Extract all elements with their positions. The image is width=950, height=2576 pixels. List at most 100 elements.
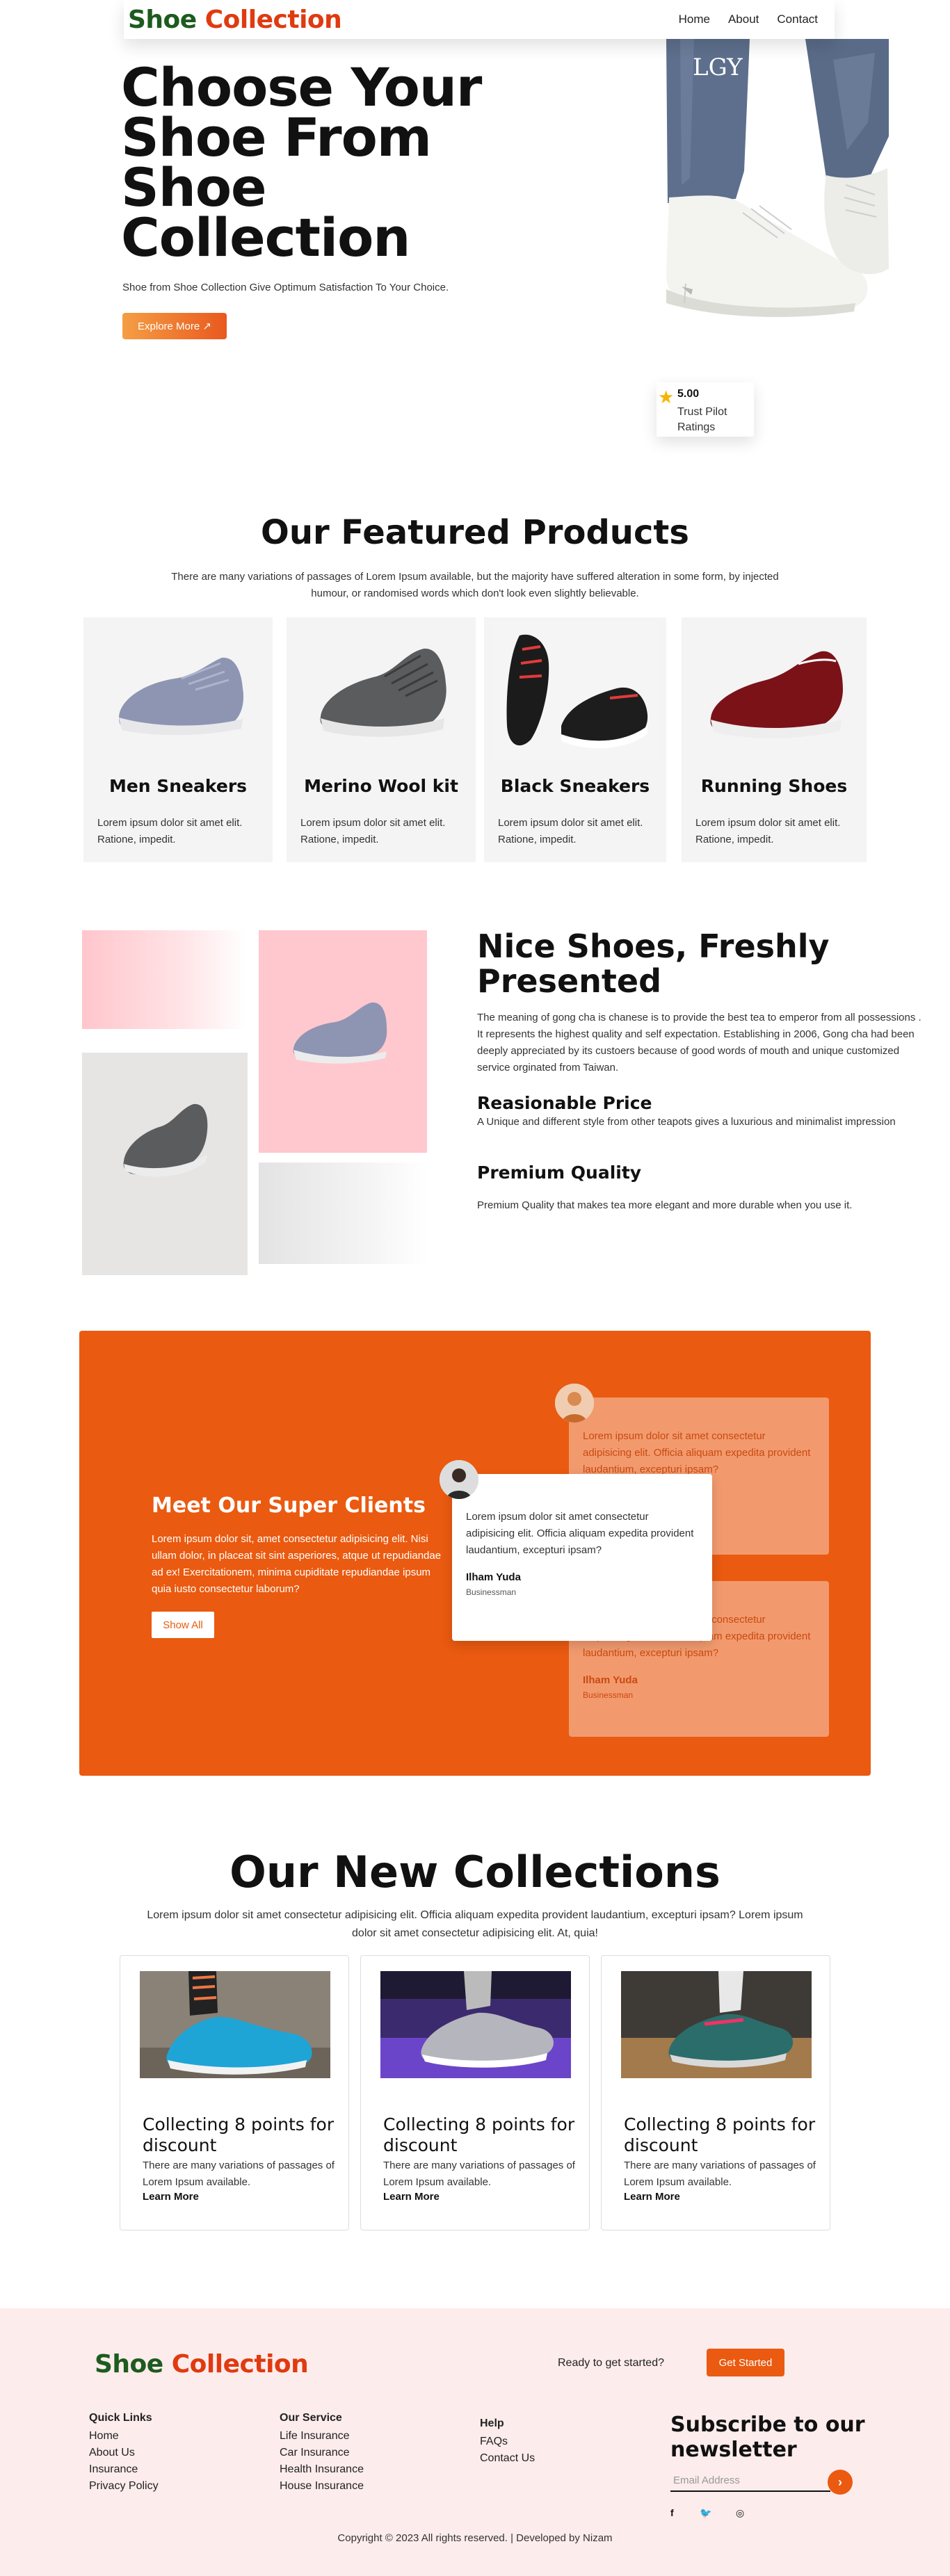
footer-logo[interactable]: Shoe Collection — [95, 2350, 309, 2379]
hero-title: Choose Your Shoe From Shoe Collection — [121, 56, 482, 268]
testimonial-role: Businessman — [583, 1690, 634, 1700]
footer-link-contact-us[interactable]: Contact Us — [480, 2450, 535, 2467]
feature-desc-price: A Unique and different style from other … — [477, 1116, 896, 1128]
collection-card[interactable]: Collecting 8 points for discount There a… — [120, 1955, 349, 2230]
footer-link-privacy[interactable]: Privacy Policy — [89, 2478, 159, 2495]
footer-link-insurance[interactable]: Insurance — [89, 2461, 159, 2478]
feature-desc-quality: Premium Quality that makes tea more eleg… — [477, 1199, 853, 1211]
footer-heading: Quick Links — [89, 2412, 152, 2424]
newsletter-title: Subscribe to our newsletter — [670, 2413, 865, 2462]
product-description: Lorem ipsum dolor sit amet elit. Ratione… — [300, 817, 446, 845]
collection-description: There are many variations of passages of… — [624, 2160, 816, 2188]
gradient-tile — [259, 1163, 428, 1264]
collection-description: There are many variations of passages of… — [383, 2160, 575, 2188]
footer-link-home[interactable]: Home — [89, 2428, 159, 2445]
brand-word-2: Collection — [171, 2350, 309, 2379]
testimonial-name: Ilham Yuda — [583, 1674, 638, 1686]
get-started-button[interactable]: Get Started — [707, 2349, 784, 2376]
testimonial-quote: Lorem ipsum dolor sit amet consectetur a… — [466, 1511, 694, 1556]
collection-card[interactable]: Collecting 8 points for discount There a… — [601, 1955, 830, 2230]
email-input[interactable] — [670, 2470, 830, 2492]
footer-service: Our Service Life Insurance Car Insurance… — [280, 2410, 364, 2495]
nav-link-about[interactable]: About — [728, 13, 759, 26]
collection-title: Collecting 8 points for discount — [383, 2114, 575, 2155]
footer-link-car-insurance[interactable]: Car Insurance — [280, 2445, 364, 2461]
product-name: Running Shoes — [700, 776, 848, 796]
testimonial-name: Ilham Yuda — [466, 1571, 521, 1583]
nice-shoes-title: Nice Shoes, Freshly Presented — [477, 927, 830, 1000]
learn-more-link[interactable]: Learn More — [143, 2191, 199, 2203]
facebook-icon[interactable]: f — [670, 2507, 674, 2518]
avatar — [555, 1384, 594, 1423]
subscribe-arrow-button[interactable]: › — [828, 2470, 853, 2495]
top-navbar: Shoe Collection Home About Contact — [124, 0, 835, 39]
collection-image — [380, 1971, 571, 2078]
brand-word-1: Shoe — [128, 5, 197, 34]
collections-description: Lorem ipsum dolor sit amet consectetur a… — [147, 1909, 803, 1939]
clients-description: Lorem ipsum dolor sit, amet consectetur … — [152, 1533, 442, 1595]
product-description: Lorem ipsum dolor sit amet elit. Ratione… — [695, 817, 841, 845]
clients-title: Meet Our Super Clients — [152, 1493, 426, 1518]
testimonial-card: Lorem ipsum dolor sit amet consectetur a… — [452, 1474, 712, 1641]
product-name: Black Sneakers — [500, 776, 650, 796]
product-image — [83, 617, 273, 765]
nice-shoes-paragraph: The meaning of gong cha is chanese is to… — [477, 1012, 921, 1074]
explore-more-button[interactable]: Explore More ↗ — [122, 313, 227, 339]
arrow-right-icon: › — [838, 2474, 842, 2489]
footer-heading: Help — [480, 2417, 504, 2429]
collection-title: Collecting 8 points for discount — [624, 2114, 816, 2155]
star-icon: ★ — [658, 387, 675, 407]
brand-logo[interactable]: Shoe Collection — [128, 5, 342, 34]
product-card[interactable]: Merino Wool kit Lorem ipsum dolor sit am… — [287, 617, 476, 862]
instagram-icon[interactable]: ◎ — [736, 2507, 744, 2519]
ready-text: Ready to get started? — [558, 2357, 664, 2369]
footer-help: Help FAQs Contact Us — [480, 2415, 535, 2467]
brand-word-1: Shoe — [95, 2350, 163, 2379]
feature-title-price: Reasionable Price — [477, 1093, 652, 1113]
nav-link-contact[interactable]: Contact — [777, 13, 818, 26]
rating-card: ★ 5.00 Trust Pilot Ratings — [657, 382, 754, 437]
product-name: Men Sneakers — [108, 776, 248, 796]
brand-word-2: Collection — [204, 5, 342, 34]
testimonial-quote: Lorem ipsum dolor sit amet consectetur a… — [583, 1430, 811, 1475]
footer-quick-links: Quick Links Home About Us Insurance Priv… — [89, 2410, 159, 2495]
product-image — [682, 617, 867, 765]
collection-description: There are many variations of passages of… — [143, 2160, 335, 2188]
hero-subtitle: Shoe from Shoe Collection Give Optimum S… — [122, 282, 449, 293]
footer-link-health-insurance[interactable]: Health Insurance — [280, 2461, 364, 2478]
learn-more-link[interactable]: Learn More — [383, 2191, 440, 2203]
footer-link-house-insurance[interactable]: House Insurance — [280, 2478, 364, 2495]
product-card[interactable]: Men Sneakers Lorem ipsum dolor sit amet … — [83, 617, 273, 862]
avatar — [440, 1460, 478, 1499]
product-description: Lorem ipsum dolor sit amet elit. Ratione… — [97, 817, 243, 845]
rating-label: Trust Pilot Ratings — [677, 406, 727, 433]
sneaker-tile-pink — [259, 930, 427, 1153]
hero-shoe-image: LGY — [666, 39, 889, 371]
collection-image — [140, 1971, 330, 2078]
nav-links: Home About Contact — [679, 13, 818, 26]
footer-link-faqs[interactable]: FAQs — [480, 2433, 535, 2450]
product-card[interactable]: Black Sneakers Lorem ipsum dolor sit ame… — [484, 617, 666, 862]
collections-title: Our New Collections — [230, 1847, 720, 1897]
collection-title: Collecting 8 points for discount — [143, 2114, 335, 2155]
collection-image — [621, 1971, 812, 2078]
featured-description: There are many variations of passages of… — [171, 571, 779, 599]
copyright: Copyright © 2023 All rights reserved. | … — [337, 2532, 613, 2544]
product-image — [484, 617, 666, 765]
sneaker-tile-grey — [82, 1053, 248, 1275]
feature-title-quality: Premium Quality — [477, 1163, 642, 1183]
nav-link-home[interactable]: Home — [679, 13, 710, 26]
twitter-icon[interactable]: 🐦 — [700, 2507, 711, 2519]
product-card[interactable]: Running Shoes Lorem ipsum dolor sit amet… — [682, 617, 867, 862]
show-all-button[interactable]: Show All — [152, 1612, 214, 1638]
footer-link-about-us[interactable]: About Us — [89, 2445, 159, 2461]
footer-heading: Our Service — [280, 2412, 342, 2424]
product-image — [287, 617, 476, 765]
collection-card[interactable]: Collecting 8 points for discount There a… — [360, 1955, 590, 2230]
rating-value: 5.00 — [677, 388, 700, 400]
product-name: Merino Wool kit — [304, 776, 458, 796]
product-description: Lorem ipsum dolor sit amet elit. Ratione… — [498, 817, 643, 845]
footer-link-life-insurance[interactable]: Life Insurance — [280, 2428, 364, 2445]
testimonial-role: Businessman — [466, 1587, 517, 1597]
learn-more-link[interactable]: Learn More — [624, 2191, 680, 2203]
